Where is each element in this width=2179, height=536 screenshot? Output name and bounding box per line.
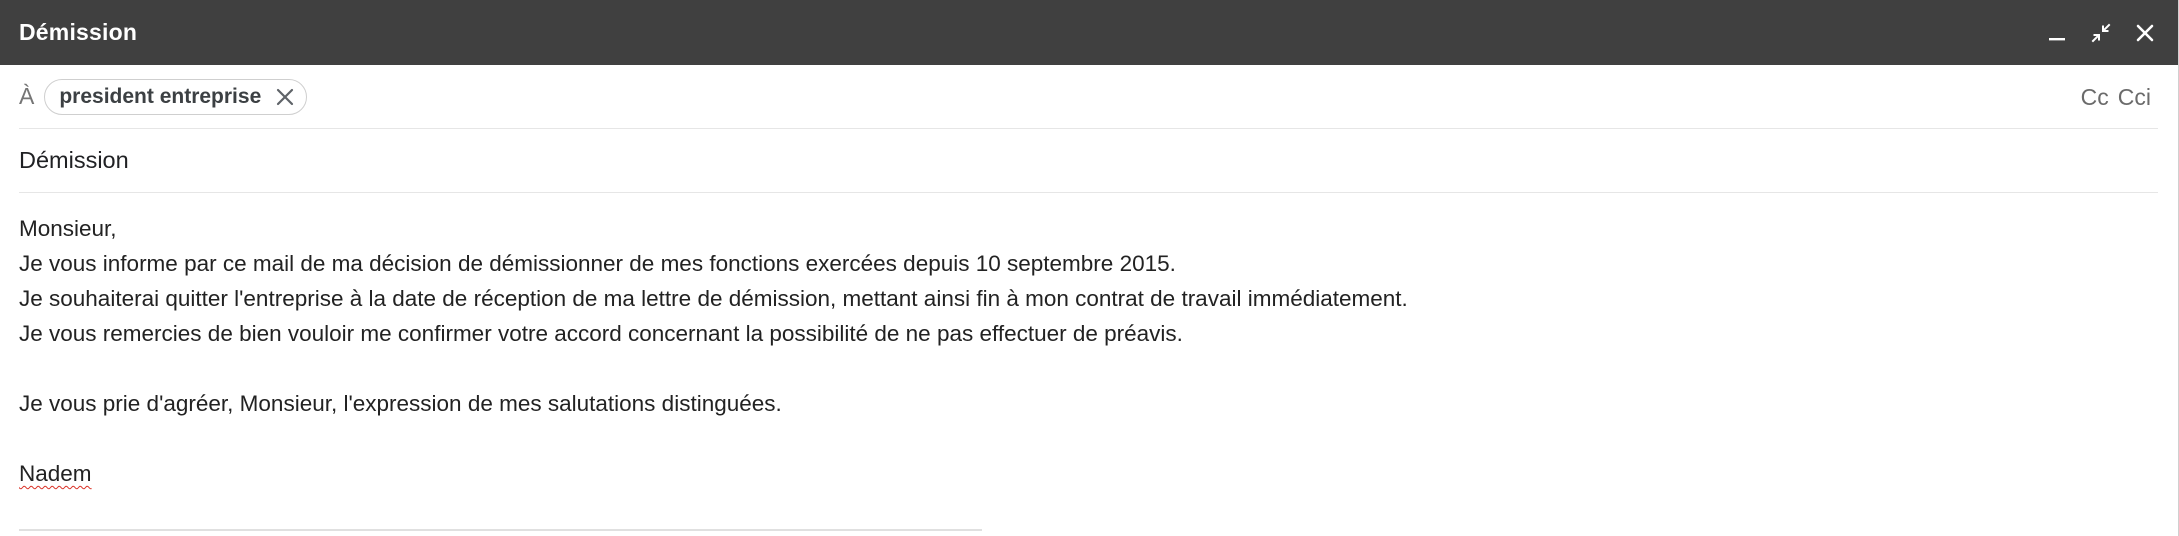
recipient-chip-label: president entreprise: [59, 84, 262, 108]
body-line: Monsieur,: [19, 216, 117, 241]
cc-bcc-links: Cc Cci: [2081, 65, 2151, 129]
exit-fullscreen-icon: [2091, 23, 2111, 42]
close-button[interactable]: [2130, 18, 2160, 48]
recipient-chip[interactable]: president entreprise: [44, 78, 308, 115]
body-closing: Je vous prie d'agréer, Monsieur, l'expre…: [19, 391, 782, 416]
body-blank-line: [19, 421, 2158, 456]
close-icon: [277, 88, 294, 105]
subject-value: Démission: [19, 147, 129, 173]
body-line: Je vous remercies de bien vouloir me con…: [19, 321, 1183, 346]
signature-divider: [19, 529, 982, 531]
subject-field[interactable]: Démission: [19, 129, 2158, 193]
recipients-row[interactable]: À president entreprise Cc Cci: [19, 65, 2158, 129]
remove-recipient-button[interactable]: [273, 85, 297, 109]
body-line: Je vous informe par ce mail de ma décisi…: [19, 251, 1176, 276]
minimize-icon: [2049, 37, 2065, 40]
exit-fullscreen-button[interactable]: [2086, 18, 2116, 48]
signature-name: Nadem: [19, 461, 92, 486]
compose-window: Démission À president entreprise Cc Cci …: [0, 0, 2179, 536]
compose-title-bar[interactable]: Démission: [0, 0, 2178, 65]
bcc-link[interactable]: Cci: [2118, 84, 2151, 111]
cc-link[interactable]: Cc: [2081, 84, 2109, 111]
message-body[interactable]: Monsieur, Je vous informe par ce mail de…: [19, 193, 2158, 491]
window-controls: [2042, 18, 2160, 48]
minimize-button[interactable]: [2042, 18, 2072, 48]
compose-title: Démission: [19, 19, 138, 45]
body-blank-line: [19, 351, 2158, 386]
compose-content: À president entreprise Cc Cci Démission …: [0, 65, 2178, 491]
to-label: À: [19, 83, 35, 109]
close-icon: [2136, 24, 2154, 41]
body-line: Je souhaiterai quitter l'entreprise à la…: [19, 286, 1408, 311]
